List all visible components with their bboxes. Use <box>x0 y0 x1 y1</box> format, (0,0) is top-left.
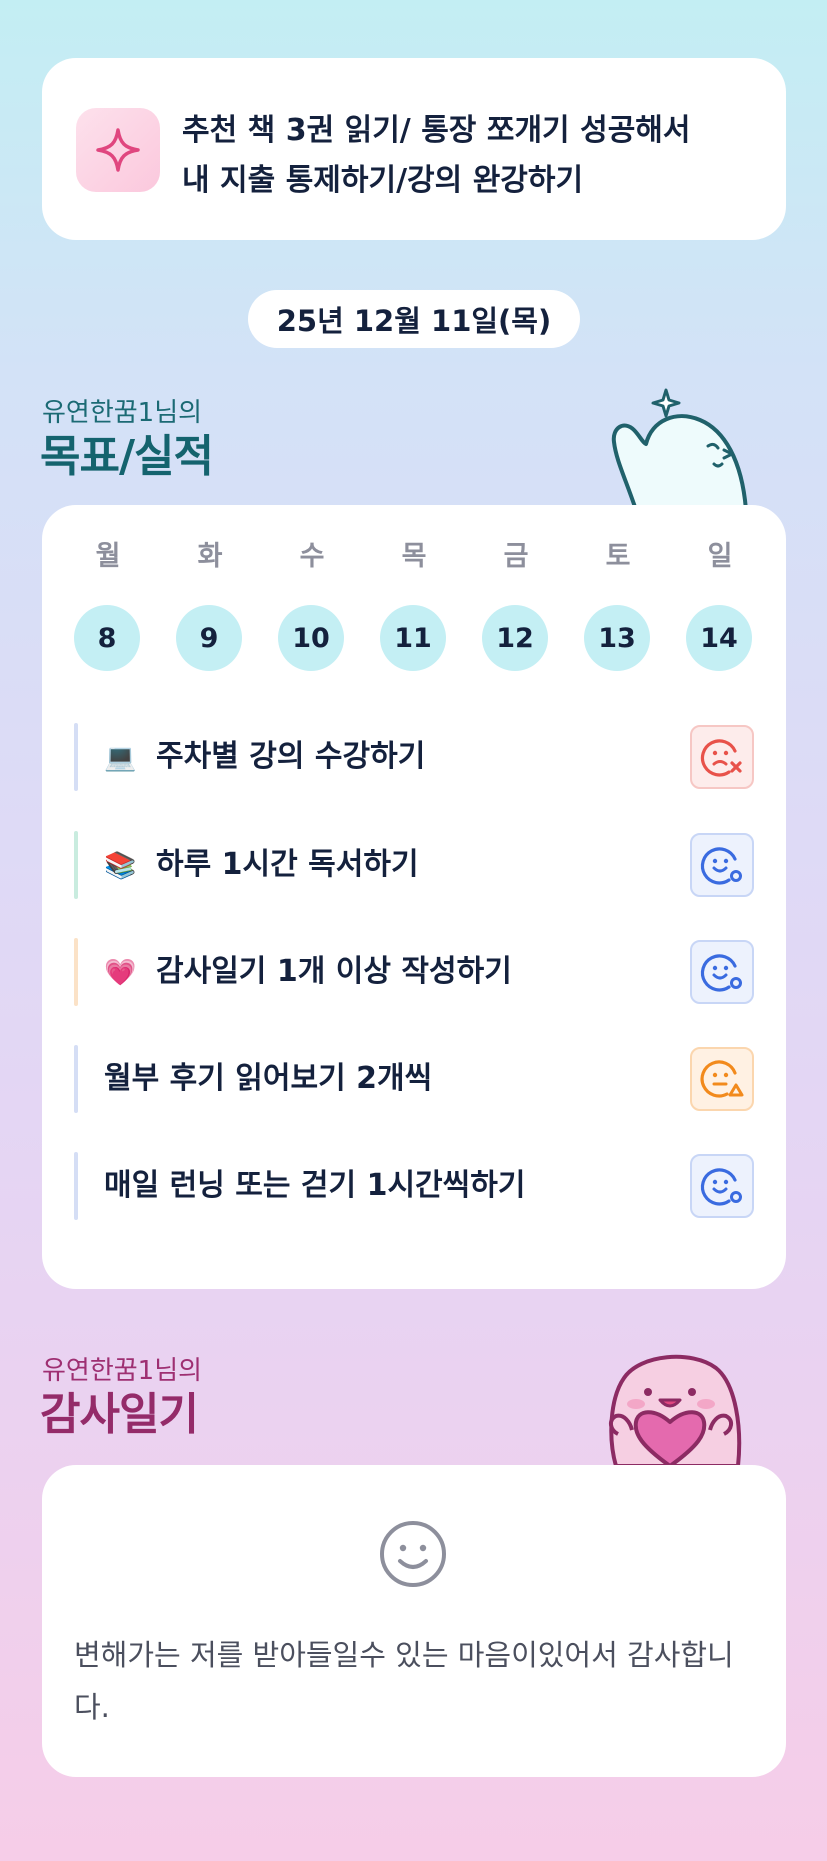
day-column-sat[interactable]: 토 13 <box>584 535 652 671</box>
day-column-wed[interactable]: 수 10 <box>278 535 346 671</box>
gratitude-section-title: 감사일기 <box>40 1389 199 1440</box>
day-column-fri[interactable]: 금 12 <box>482 535 550 671</box>
day-label: 수 <box>299 541 325 572</box>
goal-line-2: 내 지출 통제하기/강의 완강하기 <box>182 163 584 198</box>
day-number[interactable]: 11 <box>380 605 446 671</box>
day-number[interactable]: 10 <box>278 605 344 671</box>
task-row[interactable]: 📚 하루 1시간 독서하기 <box>74 831 754 899</box>
task-bar <box>74 938 78 1006</box>
status-partial-button[interactable] <box>690 1047 754 1111</box>
day-column-thu[interactable]: 목 11 <box>380 535 448 671</box>
task-row[interactable]: 💗 감사일기 1개 이상 작성하기 <box>74 938 754 1006</box>
day-label: 월 <box>95 541 121 572</box>
day-number[interactable]: 9 <box>176 605 242 671</box>
smile-face-o-icon <box>700 1168 742 1206</box>
task-row[interactable]: 월부 후기 읽어보기 2개씩 <box>74 1045 754 1113</box>
day-column-sun[interactable]: 일 14 <box>686 535 754 671</box>
books-icon: 📚 <box>104 851 137 881</box>
day-label: 토 <box>605 541 631 572</box>
day-column-mon[interactable]: 월 8 <box>74 535 142 671</box>
day-number[interactable]: 12 <box>482 605 548 671</box>
laptop-icon: 💻 <box>104 743 137 773</box>
status-failed-button[interactable] <box>690 725 754 789</box>
smile-face-o-icon <box>700 847 742 885</box>
goal-text: 추천 책 3권 읽기/ 통장 쪼개기 성공해서 내 지출 통제하기/강의 완강하… <box>182 106 762 206</box>
day-number[interactable]: 8 <box>74 605 140 671</box>
sad-face-x-icon <box>700 739 742 777</box>
day-number[interactable]: 13 <box>584 605 650 671</box>
day-number[interactable]: 14 <box>686 605 752 671</box>
goal-banner[interactable]: 추천 책 3권 읽기/ 통장 쪼개기 성공해서 내 지출 통제하기/강의 완강하… <box>42 58 786 240</box>
day-label: 금 <box>503 541 529 572</box>
date-pill[interactable]: 25년 12월 11일(목) <box>248 290 580 348</box>
smile-icon <box>378 1519 448 1593</box>
goal-line-1: 추천 책 3권 읽기/ 통장 쪼개기 성공해서 <box>182 113 691 148</box>
task-bar <box>74 1152 78 1220</box>
weekly-goals-card: 월 8 화 9 수 10 목 11 금 12 토 13 일 14 💻 주차별 강의… <box>42 505 786 1289</box>
heart-icon: 💗 <box>104 958 137 988</box>
task-bar <box>74 1045 78 1113</box>
task-label: 월부 후기 읽어보기 2개씩 <box>104 1061 433 1096</box>
sparkle-icon <box>76 108 160 192</box>
day-label: 일 <box>707 541 733 572</box>
gratitude-card[interactable]: 변해가는 저를 받아들일수 있는 마음이있어서 감사합니다. <box>42 1465 786 1777</box>
goal-section-title: 목표/실적 <box>40 431 214 482</box>
mascot-heart-illustration <box>596 1338 756 1470</box>
day-label: 화 <box>197 541 223 572</box>
day-column-tue[interactable]: 화 9 <box>176 535 244 671</box>
gratitude-text: 변해가는 저를 받아들일수 있는 마음이있어서 감사합니다. <box>74 1638 734 1724</box>
task-row[interactable]: 💻 주차별 강의 수강하기 <box>74 723 754 791</box>
status-done-button[interactable] <box>690 940 754 1004</box>
task-label: 하루 1시간 독서하기 <box>156 847 419 882</box>
task-label: 주차별 강의 수강하기 <box>156 739 426 774</box>
task-bar <box>74 723 78 791</box>
task-label: 매일 런닝 또는 걷기 1시간씩하기 <box>104 1168 526 1203</box>
neutral-face-triangle-icon <box>700 1060 744 1098</box>
task-label: 감사일기 1개 이상 작성하기 <box>156 954 512 989</box>
day-label: 목 <box>401 541 427 572</box>
mascot-waving-illustration <box>596 380 756 514</box>
status-done-button[interactable] <box>690 1154 754 1218</box>
task-row[interactable]: 매일 런닝 또는 걷기 1시간씩하기 <box>74 1152 754 1220</box>
task-bar <box>74 831 78 899</box>
status-done-button[interactable] <box>690 833 754 897</box>
smile-face-o-icon <box>700 954 742 992</box>
